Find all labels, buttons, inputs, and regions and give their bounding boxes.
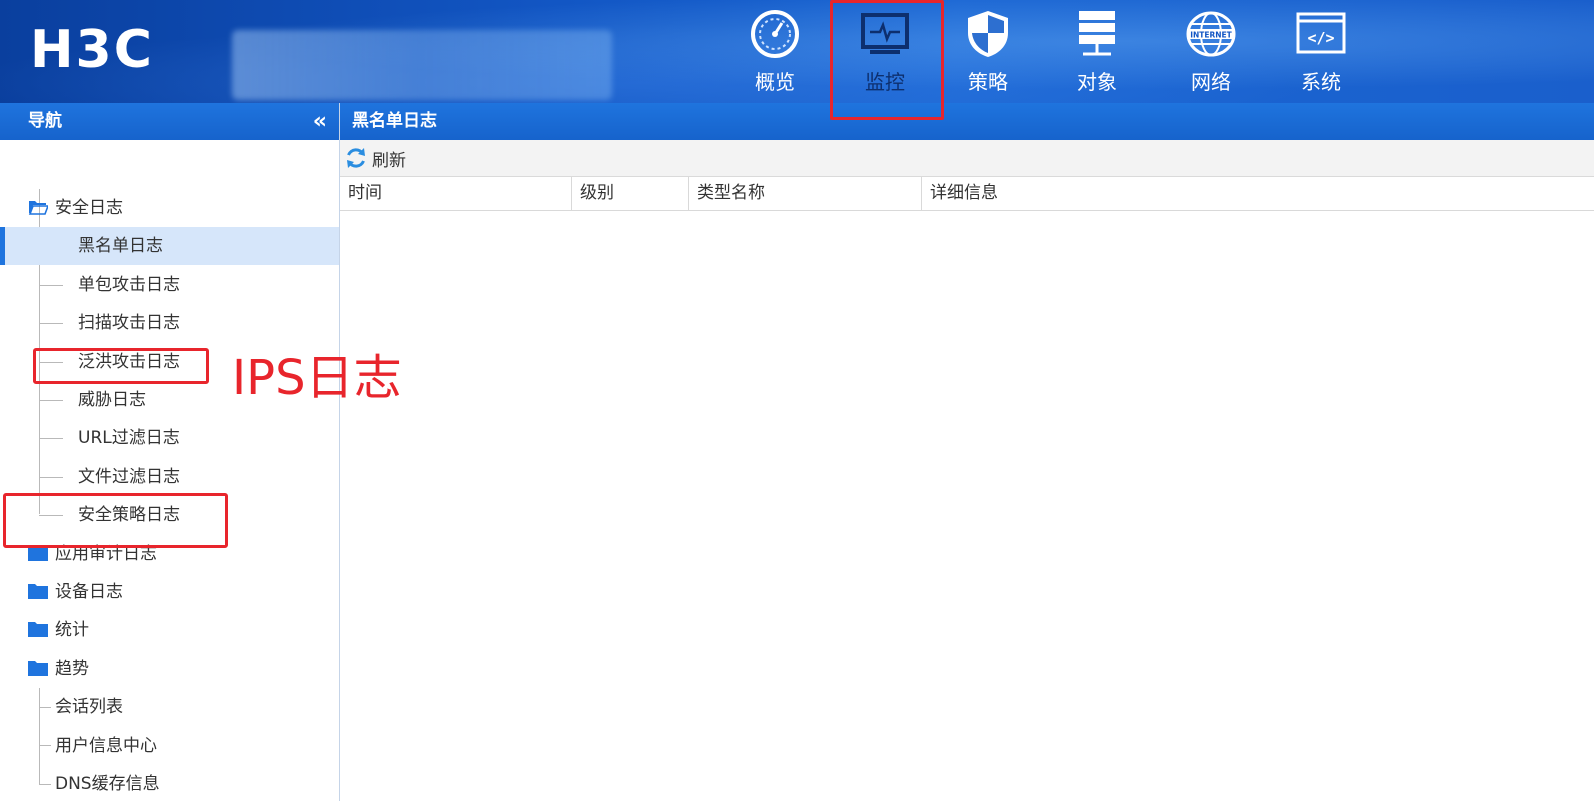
nav-item-user-info-center[interactable]: 用户信息中心: [0, 727, 339, 765]
nav-item-label: 设备日志: [55, 582, 123, 602]
nav-item-label: DNS缓存信息: [55, 774, 160, 794]
folder-open-icon: [28, 201, 48, 215]
server-stack-icon: [1071, 8, 1123, 60]
ips-log-annotation: IPS日志: [232, 350, 402, 406]
nav-folder-device-log[interactable]: 设备日志: [0, 573, 339, 611]
nav-folder-trend[interactable]: 趋势: [0, 650, 339, 688]
top-header: H3C 概览 监控 策略 对象 INTERNET 网络 </> 系统: [0, 0, 1594, 103]
nav-item-dns-cache-info[interactable]: DNS缓存信息: [0, 765, 339, 803]
toolbar: 刷新: [340, 140, 1594, 177]
column-header-time[interactable]: 时间: [340, 177, 572, 210]
nav-folder-statistics[interactable]: 统计: [0, 611, 339, 649]
nav-item-session-list[interactable]: 会话列表: [0, 688, 339, 726]
nav-item-label: 会话列表: [55, 697, 123, 717]
nav-item-label: 单包攻击日志: [78, 275, 180, 295]
tab-object[interactable]: 对象: [1047, 8, 1147, 98]
refresh-button[interactable]: 刷新: [344, 145, 406, 171]
log-table-body: [340, 211, 1594, 801]
shield-icon: [962, 8, 1014, 60]
app-audit-log-highlight-box: [3, 493, 228, 548]
nav-item-label: 文件过滤日志: [78, 467, 180, 487]
active-tab-highlight-box: [830, 0, 944, 120]
nav-item-single-packet-attack-log[interactable]: 单包攻击日志: [0, 266, 339, 304]
main-panel: 黑名单日志 刷新 时间 级别 类型名称 详细信息: [340, 103, 1594, 801]
threat-log-highlight-box: [33, 348, 209, 384]
refresh-icon: [347, 148, 365, 168]
tab-overview-label: 概览: [755, 70, 795, 94]
main-panel-header: 黑名单日志: [340, 103, 1594, 140]
nav-item-scan-attack-log[interactable]: 扫描攻击日志: [0, 304, 339, 342]
nav-item-label: 趋势: [55, 659, 89, 679]
svg-text:INTERNET: INTERNET: [1190, 31, 1232, 40]
sidebar-title: 导航: [28, 111, 62, 131]
nav-item-file-filter-log[interactable]: 文件过滤日志: [0, 458, 339, 496]
navigation-sidebar: 导航 « 安全日志 黑名单日志 单包攻击日志 扫描攻击日志 泛洪攻击日志 威胁日…: [0, 103, 340, 801]
svg-text:</>: </>: [1307, 29, 1334, 47]
tab-network-label: 网络: [1191, 70, 1231, 94]
log-table-header: 时间 级别 类型名称 详细信息: [340, 177, 1594, 211]
nav-item-label: 黑名单日志: [78, 236, 163, 256]
tab-object-label: 对象: [1077, 70, 1117, 94]
sidebar-header: 导航 «: [0, 103, 339, 140]
nav-item-label: URL过滤日志: [78, 428, 180, 448]
column-header-level[interactable]: 级别: [572, 177, 689, 210]
collapse-sidebar-icon[interactable]: «: [313, 103, 327, 140]
nav-folder-security-log[interactable]: 安全日志: [0, 189, 339, 227]
h3c-logo: H3C: [30, 20, 154, 80]
nav-item-blacklist-log[interactable]: 黑名单日志: [0, 227, 339, 265]
nav-item-label: 统计: [55, 620, 89, 640]
page-title: 黑名单日志: [352, 111, 437, 131]
nav-item-label: 用户信息中心: [55, 736, 157, 756]
tab-policy[interactable]: 策略: [938, 8, 1038, 98]
code-window-icon: </>: [1295, 8, 1347, 60]
gauge-icon: [749, 8, 801, 60]
nav-item-label: 安全日志: [55, 198, 123, 218]
column-header-type-name[interactable]: 类型名称: [689, 177, 922, 210]
tab-system-label: 系统: [1301, 70, 1341, 94]
selection-indicator: [0, 227, 5, 265]
tab-system[interactable]: </> 系统: [1271, 8, 1371, 98]
nav-item-url-filter-log[interactable]: URL过滤日志: [0, 419, 339, 457]
internet-globe-icon: INTERNET: [1185, 8, 1237, 60]
refresh-label: 刷新: [372, 150, 406, 171]
folder-icon: [28, 661, 48, 676]
nav-item-label: 威胁日志: [78, 390, 146, 410]
tab-network[interactable]: INTERNET 网络: [1161, 8, 1261, 98]
column-header-details[interactable]: 详细信息: [922, 177, 1594, 210]
tab-policy-label: 策略: [968, 70, 1008, 94]
nav-item-label: 扫描攻击日志: [78, 313, 180, 333]
blurred-device-name: [232, 30, 612, 100]
folder-icon: [28, 622, 48, 637]
tab-overview[interactable]: 概览: [725, 8, 825, 98]
folder-icon: [28, 584, 48, 599]
